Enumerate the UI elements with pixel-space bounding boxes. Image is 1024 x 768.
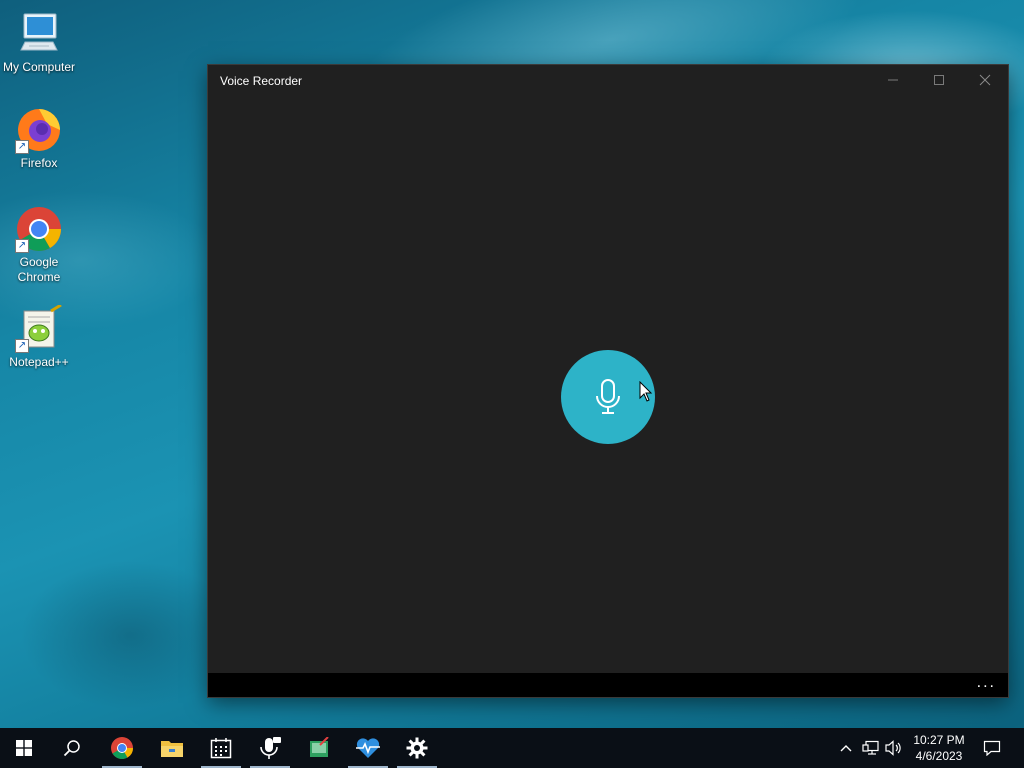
clock-time: 10:27 PM	[913, 733, 965, 747]
voice-recorder-window: Voice Recorder ...	[208, 65, 1008, 697]
shortcut-arrow-icon: ↗	[15, 140, 29, 154]
search-icon	[63, 740, 80, 757]
volume-button[interactable]	[884, 728, 904, 768]
minimize-button[interactable]	[870, 65, 916, 97]
desktop-icon-google-chrome[interactable]: ↗ Google Chrome	[0, 205, 78, 285]
desktop-icon-label: Firefox	[20, 156, 58, 170]
show-hidden-icons-button[interactable]	[836, 728, 856, 768]
notification-icon	[983, 740, 1001, 756]
volume-icon	[885, 740, 901, 756]
taskbar-calendar[interactable]	[197, 728, 245, 768]
close-icon	[979, 74, 991, 86]
heart-pulse-icon	[356, 738, 380, 758]
firefox-icon: ↗	[15, 106, 63, 154]
desktop-icon-label: My Computer	[2, 60, 76, 74]
more-options-button[interactable]: ...	[977, 675, 996, 691]
microphone-icon	[260, 737, 281, 759]
desktop-icon-notepadpp[interactable]: ↗ Notepad++	[0, 303, 78, 370]
command-bar: ...	[208, 673, 1008, 697]
taskbar-settings[interactable]	[393, 728, 441, 768]
windows-start-icon	[16, 740, 32, 756]
gear-icon	[406, 737, 428, 759]
close-button[interactable]	[962, 65, 1008, 97]
taskbar-notepadpp[interactable]	[295, 728, 343, 768]
maximize-button[interactable]	[916, 65, 962, 97]
shortcut-arrow-icon: ↗	[15, 239, 29, 253]
window-title: Voice Recorder	[220, 74, 303, 88]
search-button[interactable]	[48, 728, 96, 768]
action-center-button[interactable]	[978, 728, 1006, 768]
notepadpp-icon: ↗	[15, 303, 63, 353]
maximize-icon	[934, 75, 944, 85]
folder-icon	[161, 741, 183, 757]
shortcut-arrow-icon: ↗	[15, 339, 29, 353]
start-button[interactable]	[0, 728, 48, 768]
computer-icon	[15, 10, 63, 58]
desktop-icon-firefox[interactable]: ↗ Firefox	[0, 106, 78, 171]
mouse-cursor-icon	[639, 381, 653, 402]
taskbar-file-explorer[interactable]	[148, 728, 196, 768]
system-clock[interactable]: 10:27 PM 4/6/2023	[906, 732, 972, 764]
chrome-icon: ↗	[15, 205, 63, 253]
taskbar-chrome[interactable]	[98, 728, 146, 768]
notepadpp-icon	[310, 737, 329, 757]
taskbar-health[interactable]	[344, 728, 392, 768]
desktop-icon-label: Notepad++	[9, 355, 69, 369]
taskbar: 10:27 PM 4/6/2023	[0, 728, 1024, 768]
microphone-icon	[596, 379, 620, 414]
chevron-up-icon	[840, 745, 852, 752]
taskbar-voice-recorder[interactable]	[246, 728, 294, 768]
network-button[interactable]	[860, 728, 882, 768]
desktop-icon-label: Google Chrome	[17, 255, 61, 284]
desktop-icon-my-computer[interactable]: My Computer	[0, 10, 78, 75]
clock-date: 4/6/2023	[915, 749, 963, 763]
title-bar[interactable]: Voice Recorder	[208, 65, 1008, 97]
minimize-icon	[888, 79, 898, 81]
chrome-icon	[111, 737, 133, 759]
network-icon	[862, 740, 879, 755]
calendar-icon	[210, 738, 232, 759]
